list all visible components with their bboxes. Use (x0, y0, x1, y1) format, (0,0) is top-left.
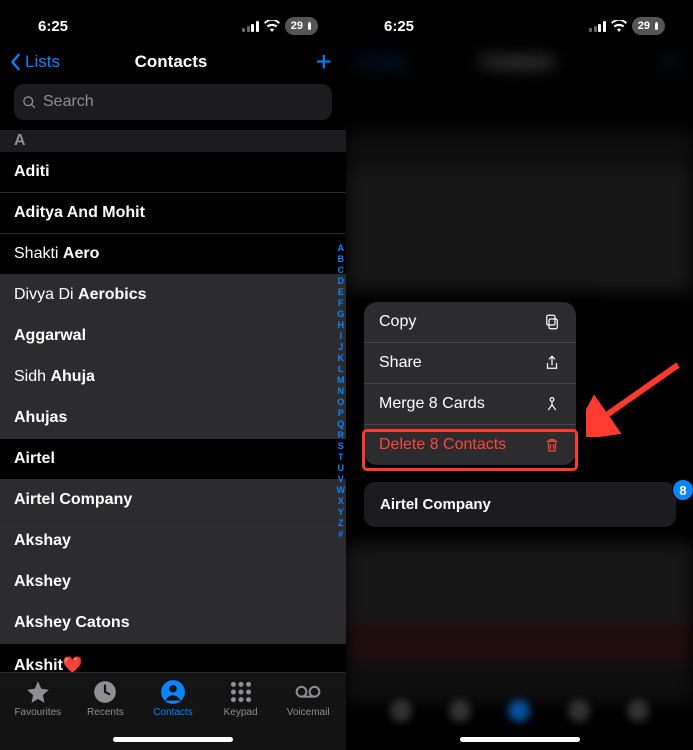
tab-label: Favourites (14, 707, 61, 718)
menu-share[interactable]: Share (364, 343, 576, 384)
contact-row[interactable]: Akshay (0, 521, 346, 562)
menu-delete[interactable]: Delete 8 Contacts (364, 425, 576, 465)
menu-copy[interactable]: Copy (364, 302, 576, 343)
search-placeholder: Search (43, 93, 94, 111)
battery-icon: 29 (632, 17, 665, 35)
index-letter[interactable]: L (337, 364, 346, 375)
home-indicator[interactable] (460, 737, 580, 742)
index-letter[interactable]: H (337, 320, 346, 331)
menu-merge[interactable]: Merge 8 Cards (364, 384, 576, 425)
tab-bar: Favourites Recents Contacts Keypad Voice… (0, 672, 346, 750)
index-letter[interactable]: # (337, 529, 346, 540)
index-letter[interactable]: M (337, 375, 346, 386)
index-letter[interactable]: Y (337, 507, 346, 518)
wifi-icon (611, 20, 627, 32)
contact-row[interactable]: Akshey (0, 562, 346, 603)
blurred-tab-bar (346, 700, 693, 722)
contact-row[interactable]: Airtel (0, 439, 346, 480)
index-letter[interactable]: K (337, 353, 346, 364)
contact-row[interactable]: Sidh Ahuja (0, 357, 346, 398)
status-bar: 6:25 29 (346, 0, 693, 42)
index-letter[interactable]: R (337, 430, 346, 441)
index-letter[interactable]: P (337, 408, 346, 419)
nav-bar: Lists Contacts + (0, 42, 346, 84)
contact-row[interactable]: Aditya And Mohit (0, 193, 346, 234)
left-screenshot: 6:25 29 Lists Contacts + Search A AditiA… (0, 0, 346, 750)
index-letter[interactable]: E (337, 287, 346, 298)
preview-label: Airtel Company (380, 496, 491, 513)
menu-label: Copy (379, 313, 416, 331)
contact-row[interactable]: Shakti Aero (0, 234, 346, 275)
contact-list[interactable]: AditiAditya And MohitShakti AeroDivya Di… (0, 152, 346, 687)
index-letter[interactable]: U (337, 463, 346, 474)
index-letter[interactable]: O (337, 397, 346, 408)
cellular-icon (589, 21, 606, 32)
index-letter[interactable]: X (337, 496, 346, 507)
status-time: 6:25 (384, 18, 414, 35)
tab-label: Recents (87, 707, 124, 718)
wifi-icon (264, 20, 280, 32)
tab-label: Contacts (153, 707, 192, 718)
cellular-icon (242, 21, 259, 32)
status-time: 6:25 (38, 18, 68, 35)
menu-label: Merge 8 Cards (379, 395, 485, 413)
back-button[interactable]: Lists (10, 52, 70, 72)
index-letter[interactable]: F (337, 298, 346, 309)
tab-favourites[interactable]: Favourites (7, 679, 69, 750)
alphabet-index[interactable]: ABCDEFGHIJKLMNOPQRSTUVWXYZ# (337, 243, 346, 540)
index-letter[interactable]: N (337, 386, 346, 397)
index-letter[interactable]: I (337, 331, 346, 342)
clock-icon (92, 679, 118, 705)
index-letter[interactable]: V (337, 474, 346, 485)
index-letter[interactable]: W (337, 485, 346, 496)
battery-icon: 29 (285, 17, 318, 35)
menu-label: Delete 8 Contacts (379, 436, 506, 454)
tab-label: Keypad (224, 707, 258, 718)
contact-row[interactable]: Airtel Company (0, 480, 346, 521)
menu-label: Share (379, 354, 422, 372)
section-header: A (0, 130, 346, 152)
index-letter[interactable]: J (337, 342, 346, 353)
tab-voicemail[interactable]: Voicemail (277, 679, 339, 750)
context-menu: Copy Share Merge 8 Cards Delete 8 Contac… (364, 302, 576, 465)
home-indicator[interactable] (113, 737, 233, 742)
star-icon (25, 679, 51, 705)
index-letter[interactable]: C (337, 265, 346, 276)
status-icons: 29 (589, 17, 665, 35)
tab-label: Voicemail (287, 707, 330, 718)
search-container: Search (0, 84, 346, 130)
status-bar: 6:25 29 (0, 0, 346, 42)
contact-row[interactable]: Divya Di Aerobics (0, 275, 346, 316)
contact-row[interactable]: Akshey Catons (0, 603, 346, 644)
keypad-icon (228, 679, 254, 705)
right-screenshot: 6:25 29 Lists Contacts + (346, 0, 693, 750)
index-letter[interactable]: Z (337, 518, 346, 529)
index-letter[interactable]: S (337, 441, 346, 452)
index-letter[interactable]: G (337, 309, 346, 320)
contact-row[interactable]: Aditi (0, 152, 346, 193)
index-letter[interactable]: D (337, 276, 346, 287)
search-icon (22, 95, 37, 110)
index-letter[interactable]: B (337, 254, 346, 265)
contact-row[interactable]: Ahujas (0, 398, 346, 439)
index-letter[interactable]: T (337, 452, 346, 463)
contact-row[interactable]: Aggarwal (0, 316, 346, 357)
copy-icon (543, 313, 561, 331)
person-icon (160, 679, 186, 705)
voicemail-icon (295, 679, 321, 705)
index-letter[interactable]: Q (337, 419, 346, 430)
index-letter[interactable]: A (337, 243, 346, 254)
search-input[interactable]: Search (14, 84, 332, 120)
trash-icon (543, 436, 561, 454)
share-icon (543, 354, 561, 372)
status-icons: 29 (242, 17, 318, 35)
merge-icon (543, 395, 561, 413)
selected-contact-preview[interactable]: Airtel Company (364, 482, 676, 527)
page-title: Contacts (70, 52, 272, 72)
add-contact-button[interactable]: + (272, 52, 332, 72)
selection-count-badge: 8 (672, 479, 693, 501)
